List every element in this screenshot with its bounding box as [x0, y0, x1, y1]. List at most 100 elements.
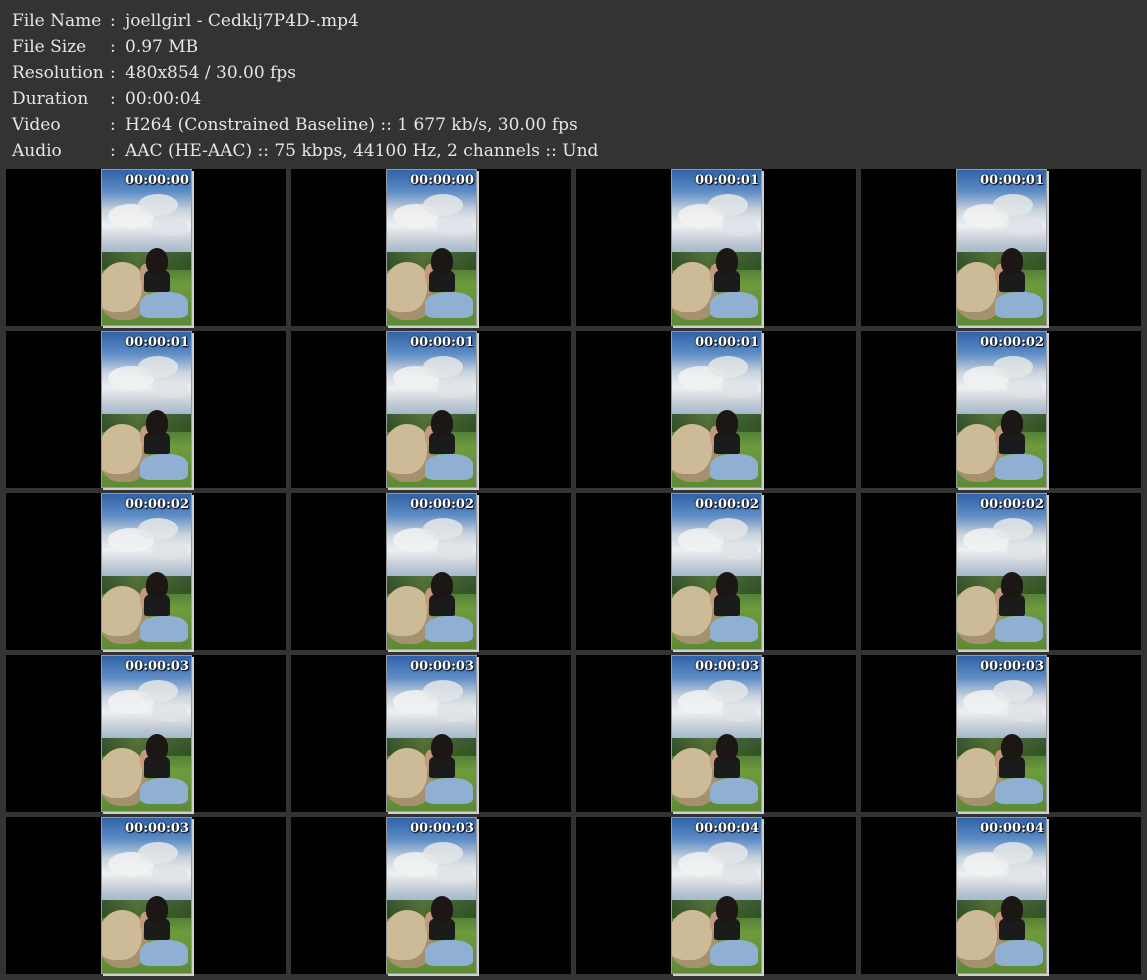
frame-scene-shape [993, 680, 1033, 702]
frame-scene-shape [146, 248, 168, 274]
thumbnail-timestamp: 00:00:01 [695, 173, 759, 188]
thumbnail-cell: 00:00:01 [291, 331, 571, 488]
frame-scene-shape [1007, 866, 1043, 884]
video-frame-thumbnail: 00:00:03 [671, 655, 762, 812]
frame-scene-shape [425, 292, 473, 318]
frame-scene-shape [423, 356, 463, 378]
frame-scene-shape [140, 292, 188, 318]
thumbnail-timestamp: 00:00:00 [125, 173, 189, 188]
thumbnail-cell: 00:00:01 [861, 169, 1141, 326]
frame-scene-shape [152, 866, 188, 884]
frame-scene-shape [1007, 542, 1043, 560]
video-frame-thumbnail: 00:00:03 [101, 655, 192, 812]
info-value: joellgirl - Cedklj7P4D-.mp4 [125, 11, 359, 31]
thumbnail-timestamp: 00:00:01 [125, 335, 189, 350]
thumbnail-cell: 00:00:00 [6, 169, 286, 326]
frame-scene-shape [425, 778, 473, 804]
frame-scene-shape [138, 518, 178, 540]
frame-scene-shape [138, 680, 178, 702]
frame-scene-shape [710, 940, 758, 966]
frame-scene-shape [152, 542, 188, 560]
thumbnail-timestamp: 00:00:03 [980, 659, 1044, 674]
frame-scene-shape [140, 940, 188, 966]
frame-scene-shape [722, 380, 758, 398]
info-label: Duration [12, 89, 89, 109]
frame-scene-shape [146, 896, 168, 922]
frame-scene-shape [437, 380, 473, 398]
frame-scene-shape [710, 616, 758, 642]
thumbnail-timestamp: 00:00:02 [410, 497, 474, 512]
frame-scene-shape [140, 454, 188, 480]
frame-scene-shape [138, 356, 178, 378]
frame-scene-shape [1001, 572, 1023, 598]
frame-scene-shape [1001, 410, 1023, 436]
video-frame-thumbnail: 00:00:04 [671, 817, 762, 974]
thumbnail-cell: 00:00:03 [6, 817, 286, 974]
frame-scene-shape [437, 866, 473, 884]
info-separator: : [110, 37, 116, 57]
thumbnail-cell: 00:00:03 [576, 655, 856, 812]
info-label: File Name [12, 11, 102, 31]
frame-scene-shape [138, 842, 178, 864]
thumbnail-timestamp: 00:00:04 [695, 821, 759, 836]
frame-scene-shape [1007, 218, 1043, 236]
frame-scene-shape [708, 356, 748, 378]
thumbnail-timestamp: 00:00:03 [125, 659, 189, 674]
frame-scene-shape [140, 778, 188, 804]
info-separator: : [110, 63, 116, 83]
thumbnail-cell: 00:00:02 [861, 493, 1141, 650]
video-frame-thumbnail: 00:00:00 [101, 169, 192, 326]
thumbnail-cell: 00:00:03 [291, 655, 571, 812]
thumbnail-timestamp: 00:00:01 [410, 335, 474, 350]
frame-scene-shape [993, 842, 1033, 864]
thumbnail-cell: 00:00:03 [291, 817, 571, 974]
thumbnail-timestamp: 00:00:03 [125, 821, 189, 836]
thumbnail-timestamp: 00:00:01 [980, 173, 1044, 188]
frame-scene-shape [722, 866, 758, 884]
frame-scene-shape [431, 734, 453, 760]
frame-scene-shape [431, 248, 453, 274]
video-frame-thumbnail: 00:00:02 [101, 493, 192, 650]
thumbnail-cell: 00:00:01 [6, 331, 286, 488]
frame-scene-shape [146, 410, 168, 436]
frame-scene-shape [138, 194, 178, 216]
frame-scene-shape [993, 194, 1033, 216]
video-frame-thumbnail: 00:00:01 [386, 331, 477, 488]
info-separator: : [110, 115, 116, 135]
video-frame-thumbnail: 00:00:02 [386, 493, 477, 650]
thumbnail-cell: 00:00:02 [861, 331, 1141, 488]
frame-scene-shape [995, 292, 1043, 318]
frame-scene-shape [1001, 896, 1023, 922]
frame-scene-shape [716, 410, 738, 436]
thumbnail-grid: 00:00:00 00:00:00 00:00:01 00:00:01 00:00:01… [6, 169, 1141, 975]
video-frame-thumbnail: 00:00:02 [671, 493, 762, 650]
frame-scene-shape [995, 454, 1043, 480]
frame-scene-shape [1001, 248, 1023, 274]
video-frame-thumbnail: 00:00:02 [956, 493, 1047, 650]
frame-scene-shape [716, 248, 738, 274]
frame-scene-shape [722, 542, 758, 560]
info-label: File Size [12, 37, 87, 57]
video-frame-thumbnail: 00:00:01 [671, 169, 762, 326]
thumbnail-timestamp: 00:00:03 [410, 659, 474, 674]
thumbnail-timestamp: 00:00:03 [695, 659, 759, 674]
frame-scene-shape [152, 704, 188, 722]
frame-scene-shape [146, 734, 168, 760]
frame-scene-shape [140, 616, 188, 642]
thumbnail-cell: 00:00:04 [861, 817, 1141, 974]
frame-scene-shape [423, 680, 463, 702]
frame-scene-shape [423, 194, 463, 216]
thumbnail-timestamp: 00:00:04 [980, 821, 1044, 836]
thumbnail-timestamp: 00:00:02 [125, 497, 189, 512]
thumbnail-cell: 00:00:02 [6, 493, 286, 650]
video-frame-thumbnail: 00:00:03 [101, 817, 192, 974]
thumbnail-timestamp: 00:00:01 [695, 335, 759, 350]
info-label: Video [12, 115, 61, 135]
frame-scene-shape [146, 572, 168, 598]
thumbnail-cell: 00:00:01 [576, 331, 856, 488]
thumbnail-timestamp: 00:00:03 [410, 821, 474, 836]
thumbnail-cell: 00:00:04 [576, 817, 856, 974]
frame-scene-shape [708, 194, 748, 216]
frame-scene-shape [993, 518, 1033, 540]
frame-scene-shape [708, 518, 748, 540]
